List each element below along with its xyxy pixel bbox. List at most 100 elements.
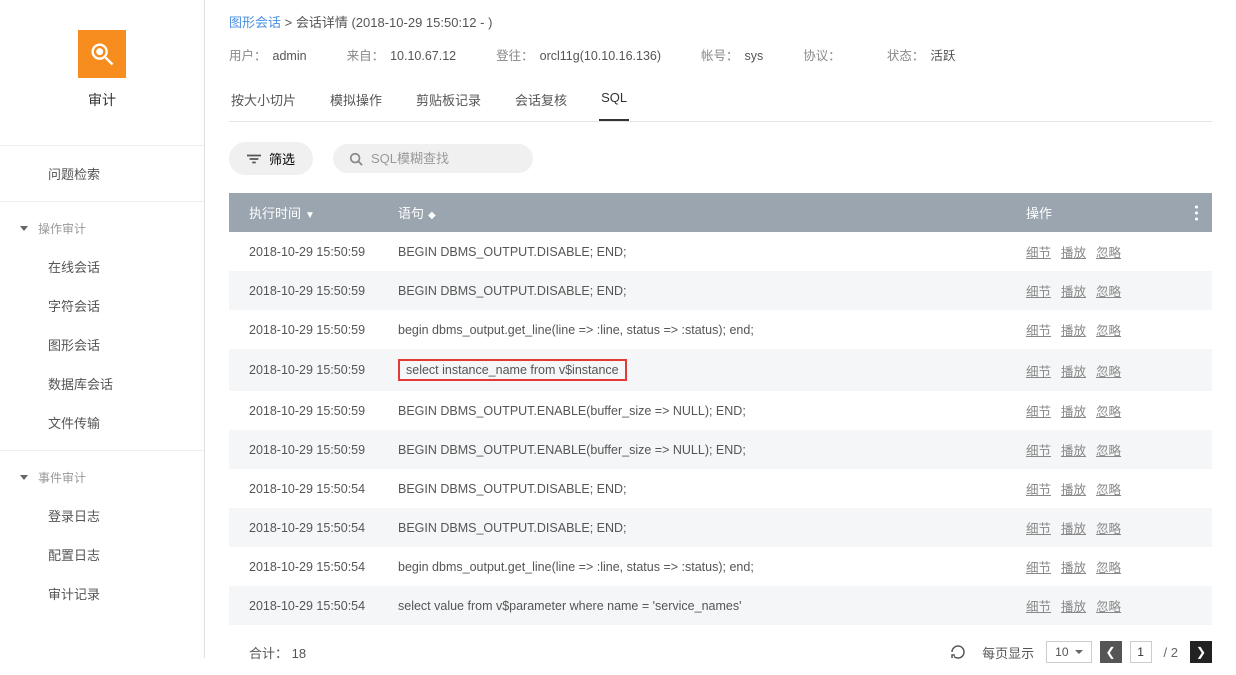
tab[interactable]: 会话复核 bbox=[513, 82, 569, 121]
chevron-down-icon bbox=[20, 226, 28, 231]
nav-item[interactable]: 字符会话 bbox=[0, 286, 204, 325]
table-row: 2018-10-29 15:50:59BEGIN DBMS_OUTPUT.ENA… bbox=[229, 391, 1212, 430]
nav-item[interactable]: 登录日志 bbox=[0, 496, 204, 535]
logo-icon bbox=[78, 30, 126, 78]
cell-actions: 细节播放忽略 bbox=[1012, 232, 1212, 271]
sidebar: 审计 问题检索 操作审计 在线会话字符会话图形会话数据库会话文件传输 事件审计 … bbox=[0, 0, 205, 658]
sql-table: 执行时间▼ 语句◆ 操作 2018-10-29 15:50:59BEGIN DB… bbox=[229, 193, 1212, 625]
action-play[interactable]: 播放 bbox=[1061, 483, 1086, 497]
next-page-button[interactable]: ❯ bbox=[1190, 641, 1212, 663]
info-account-label: 帐号： bbox=[701, 49, 739, 63]
sort-desc-icon: ▼ bbox=[305, 210, 315, 221]
nav-item[interactable]: 图形会话 bbox=[0, 325, 204, 364]
filter-icon bbox=[247, 153, 261, 165]
action-detail[interactable]: 细节 bbox=[1026, 483, 1051, 497]
cell-time: 2018-10-29 15:50:54 bbox=[229, 586, 384, 625]
action-ignore[interactable]: 忽略 bbox=[1096, 324, 1121, 338]
filter-label: 筛选 bbox=[269, 149, 295, 168]
action-detail[interactable]: 细节 bbox=[1026, 600, 1051, 614]
nav-item[interactable]: 配置日志 bbox=[0, 535, 204, 574]
action-ignore[interactable]: 忽略 bbox=[1096, 522, 1121, 536]
tab[interactable]: SQL bbox=[599, 82, 629, 121]
tabs: 按大小切片模拟操作剪贴板记录会话复核 SQL bbox=[229, 82, 1212, 122]
th-sql[interactable]: 语句◆ bbox=[384, 193, 1012, 232]
filter-button[interactable]: 筛选 bbox=[229, 142, 313, 175]
nav-item[interactable]: 审计记录 bbox=[0, 574, 204, 613]
tab[interactable]: 按大小切片 bbox=[229, 82, 298, 121]
cell-sql: BEGIN DBMS_OUTPUT.DISABLE; END; bbox=[384, 232, 1012, 271]
nav-item-search[interactable]: 问题检索 bbox=[0, 154, 204, 193]
total-count: 合计： 18 bbox=[229, 643, 950, 662]
table-row: 2018-10-29 15:50:59BEGIN DBMS_OUTPUT.DIS… bbox=[229, 232, 1212, 271]
nav-item[interactable]: 文件传输 bbox=[0, 403, 204, 442]
cell-time: 2018-10-29 15:50:59 bbox=[229, 310, 384, 349]
action-play[interactable]: 播放 bbox=[1061, 246, 1086, 260]
info-status: 活跃 bbox=[930, 49, 955, 63]
action-ignore[interactable]: 忽略 bbox=[1096, 405, 1121, 419]
cell-sql: select value from v$parameter where name… bbox=[384, 586, 1012, 625]
nav-group-operations[interactable]: 操作审计 bbox=[0, 210, 204, 247]
action-detail[interactable]: 细节 bbox=[1026, 285, 1051, 299]
info-from: 10.10.67.12 bbox=[390, 49, 456, 63]
nav-item[interactable]: 数据库会话 bbox=[0, 364, 204, 403]
cell-actions: 细节播放忽略 bbox=[1012, 271, 1212, 310]
cell-sql: BEGIN DBMS_OUTPUT.DISABLE; END; bbox=[384, 469, 1012, 508]
action-ignore[interactable]: 忽略 bbox=[1096, 444, 1121, 458]
action-detail[interactable]: 细节 bbox=[1026, 561, 1051, 575]
nav-group-events[interactable]: 事件审计 bbox=[0, 459, 204, 496]
tab[interactable]: 模拟操作 bbox=[328, 82, 384, 121]
info-user-label: 用户： bbox=[229, 49, 267, 63]
action-ignore[interactable]: 忽略 bbox=[1096, 483, 1121, 497]
breadcrumb-root[interactable]: 图形会话 bbox=[229, 15, 281, 30]
action-play[interactable]: 播放 bbox=[1061, 444, 1086, 458]
th-time[interactable]: 执行时间▼ bbox=[229, 193, 384, 232]
search-input[interactable] bbox=[371, 151, 517, 166]
app-title: 审计 bbox=[0, 90, 204, 110]
tab[interactable]: 剪贴板记录 bbox=[414, 82, 483, 121]
nav-group-label: 事件审计 bbox=[38, 469, 86, 486]
cell-time: 2018-10-29 15:50:54 bbox=[229, 547, 384, 586]
page-size-select[interactable]: 10 bbox=[1046, 641, 1091, 663]
breadcrumb-detail: 会话详情 (2018-10-29 15:50:12 - ) bbox=[296, 15, 493, 30]
cell-time: 2018-10-29 15:50:59 bbox=[229, 349, 384, 391]
cell-time: 2018-10-29 15:50:59 bbox=[229, 430, 384, 469]
action-detail[interactable]: 细节 bbox=[1026, 522, 1051, 536]
pager: 每页显示 10 ❮ 1 / 2 ❯ bbox=[950, 641, 1212, 663]
search-box[interactable] bbox=[333, 144, 533, 173]
th-actions: 操作 bbox=[1012, 193, 1212, 232]
page-total: / 2 bbox=[1164, 645, 1178, 660]
cell-actions: 细节播放忽略 bbox=[1012, 430, 1212, 469]
action-play[interactable]: 播放 bbox=[1061, 600, 1086, 614]
nav-item[interactable]: 在线会话 bbox=[0, 247, 204, 286]
info-user: admin bbox=[273, 49, 307, 63]
info-protocol-label: 协议： bbox=[803, 49, 841, 63]
action-play[interactable]: 播放 bbox=[1061, 285, 1086, 299]
action-detail[interactable]: 细节 bbox=[1026, 444, 1051, 458]
nav-group-label: 操作审计 bbox=[38, 220, 86, 237]
action-ignore[interactable]: 忽略 bbox=[1096, 365, 1121, 379]
table-row: 2018-10-29 15:50:54begin dbms_output.get… bbox=[229, 547, 1212, 586]
action-play[interactable]: 播放 bbox=[1061, 324, 1086, 338]
more-options-icon[interactable] bbox=[1195, 205, 1198, 220]
action-play[interactable]: 播放 bbox=[1061, 561, 1086, 575]
cell-sql: BEGIN DBMS_OUTPUT.DISABLE; END; bbox=[384, 271, 1012, 310]
action-detail[interactable]: 细节 bbox=[1026, 365, 1051, 379]
current-page[interactable]: 1 bbox=[1130, 641, 1152, 663]
action-ignore[interactable]: 忽略 bbox=[1096, 285, 1121, 299]
action-ignore[interactable]: 忽略 bbox=[1096, 246, 1121, 260]
action-play[interactable]: 播放 bbox=[1061, 405, 1086, 419]
action-detail[interactable]: 细节 bbox=[1026, 246, 1051, 260]
divider bbox=[0, 450, 204, 451]
divider bbox=[0, 145, 204, 146]
action-ignore[interactable]: 忽略 bbox=[1096, 561, 1121, 575]
cell-actions: 细节播放忽略 bbox=[1012, 469, 1212, 508]
info-status-label: 状态： bbox=[887, 49, 925, 63]
caret-down-icon bbox=[1075, 650, 1083, 654]
action-detail[interactable]: 细节 bbox=[1026, 324, 1051, 338]
session-info: 用户：admin 来自：10.10.67.12 登往：orcl11g(10.10… bbox=[229, 45, 1212, 64]
action-play[interactable]: 播放 bbox=[1061, 522, 1086, 536]
prev-page-button[interactable]: ❮ bbox=[1100, 641, 1122, 663]
action-play[interactable]: 播放 bbox=[1061, 365, 1086, 379]
action-detail[interactable]: 细节 bbox=[1026, 405, 1051, 419]
action-ignore[interactable]: 忽略 bbox=[1096, 600, 1121, 614]
